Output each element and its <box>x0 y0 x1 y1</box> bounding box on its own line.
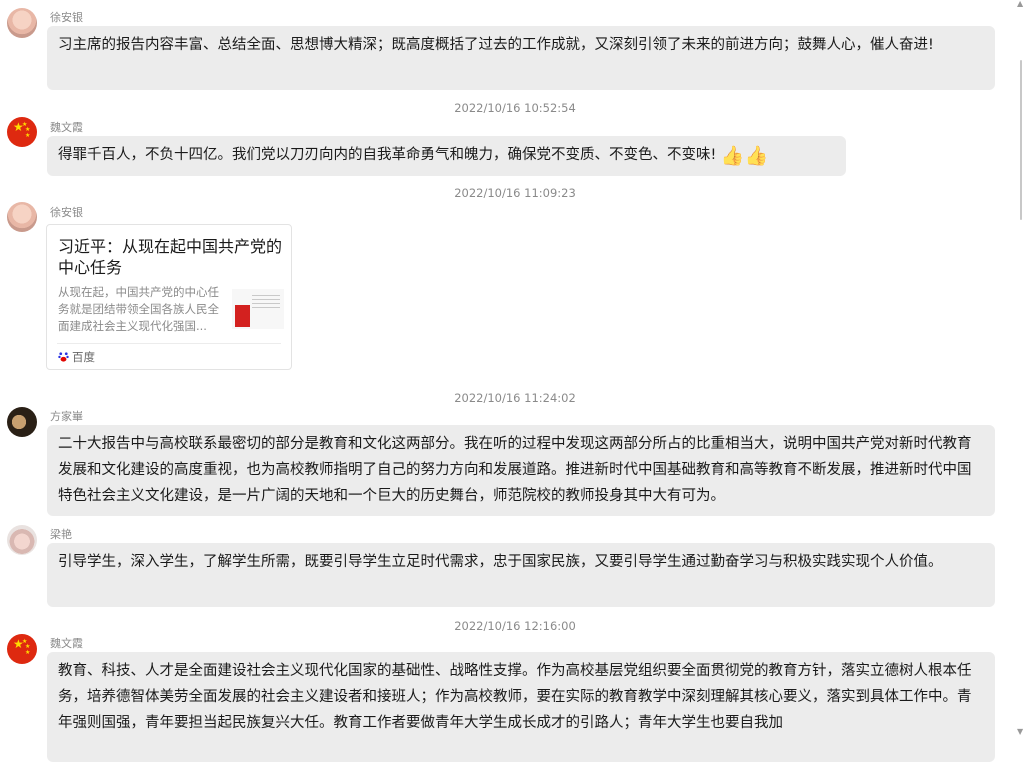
card-thumbnail <box>232 289 284 329</box>
flag-star-icon: ★ <box>25 649 31 656</box>
avatar[interactable]: ★ ★ ★ ★ <box>7 634 37 664</box>
avatar[interactable] <box>7 407 37 437</box>
scroll-down-icon[interactable]: ▼ <box>1017 728 1023 736</box>
message-text: 引导学生，深入学生，了解学生所需，既要引导学生立足时代需求，忠于国家民族，又要引… <box>58 554 943 570</box>
message-bubble[interactable]: 引导学生，深入学生，了解学生所需，既要引导学生立足时代需求，忠于国家民族，又要引… <box>47 543 995 607</box>
message-text: 习主席的报告内容丰富、总结全面、思想博大精深；既高度概括了过去的工作成就，又深刻… <box>58 37 934 53</box>
message-text: 得罪千百人，不负十四亿。我们党以刀刃向内的自我革命勇气和魄力，确保党不变质、不变… <box>58 147 717 163</box>
card-description: 从现在起，中国共产党的中心任务就是团结带领全国各族人民全面建成社会主义现代化强国… <box>58 285 219 333</box>
message-text: 二十大报告中与高校联系最密切的部分是教育和文化这两部分。我在听的过程中发现这两部… <box>58 436 972 504</box>
message-bubble[interactable]: 习主席的报告内容丰富、总结全面、思想博大精深；既高度概括了过去的工作成就，又深刻… <box>47 26 995 90</box>
scrollbar[interactable]: ▲ ▼ <box>1016 0 1024 738</box>
message-bubble[interactable]: 二十大报告中与高校联系最密切的部分是教育和文化这两部分。我在听的过程中发现这两部… <box>47 425 995 516</box>
timestamp: 2022/10/16 11:09:23 <box>454 186 576 200</box>
avatar[interactable] <box>7 202 37 232</box>
link-card[interactable]: 习近平：从现在起中国共产党的中心任务 从现在起，中国共产党的中心任务就是团结带领… <box>46 224 292 370</box>
card-source-label: 百度 <box>72 350 95 364</box>
message-text: 教育、科技、人才是全面建设社会主义现代化国家的基础性、战略性支撑。作为高校基层党… <box>58 663 972 731</box>
avatar[interactable] <box>7 8 37 38</box>
thumbs-up-icon: 👍👍 <box>720 145 769 167</box>
sender-name: 梁艳 <box>50 528 72 541</box>
divider <box>57 343 281 344</box>
message-bubble[interactable]: 教育、科技、人才是全面建设社会主义现代化国家的基础性、战略性支撑。作为高校基层党… <box>47 652 995 762</box>
avatar[interactable] <box>7 525 37 555</box>
message-bubble[interactable]: 得罪千百人，不负十四亿。我们党以刀刃向内的自我革命勇气和魄力，确保党不变质、不变… <box>47 136 846 176</box>
timestamp: 2022/10/16 10:52:54 <box>454 101 576 115</box>
card-title: 习近平：从现在起中国共产党的中心任务 <box>58 237 283 277</box>
sender-name: 徐安银 <box>50 206 83 219</box>
scroll-up-icon[interactable]: ▲ <box>1017 0 1023 8</box>
scrollbar-thumb[interactable] <box>1020 60 1022 220</box>
flag-star-icon: ★ <box>25 132 31 139</box>
sender-name: 魏文霞 <box>50 637 83 650</box>
sender-name: 方家崋 <box>50 410 83 423</box>
card-source: 百度 <box>58 349 95 365</box>
timestamp: 2022/10/16 12:16:00 <box>454 619 576 633</box>
sender-name: 魏文霞 <box>50 121 83 134</box>
avatar[interactable]: ★ ★ ★ ★ <box>7 117 37 147</box>
timestamp: 2022/10/16 11:24:02 <box>454 391 576 405</box>
baidu-paw-icon <box>58 352 69 362</box>
sender-name: 徐安银 <box>50 11 83 24</box>
chat-history: 徐安银 习主席的报告内容丰富、总结全面、思想博大精深；既高度概括了过去的工作成就… <box>0 0 1012 762</box>
